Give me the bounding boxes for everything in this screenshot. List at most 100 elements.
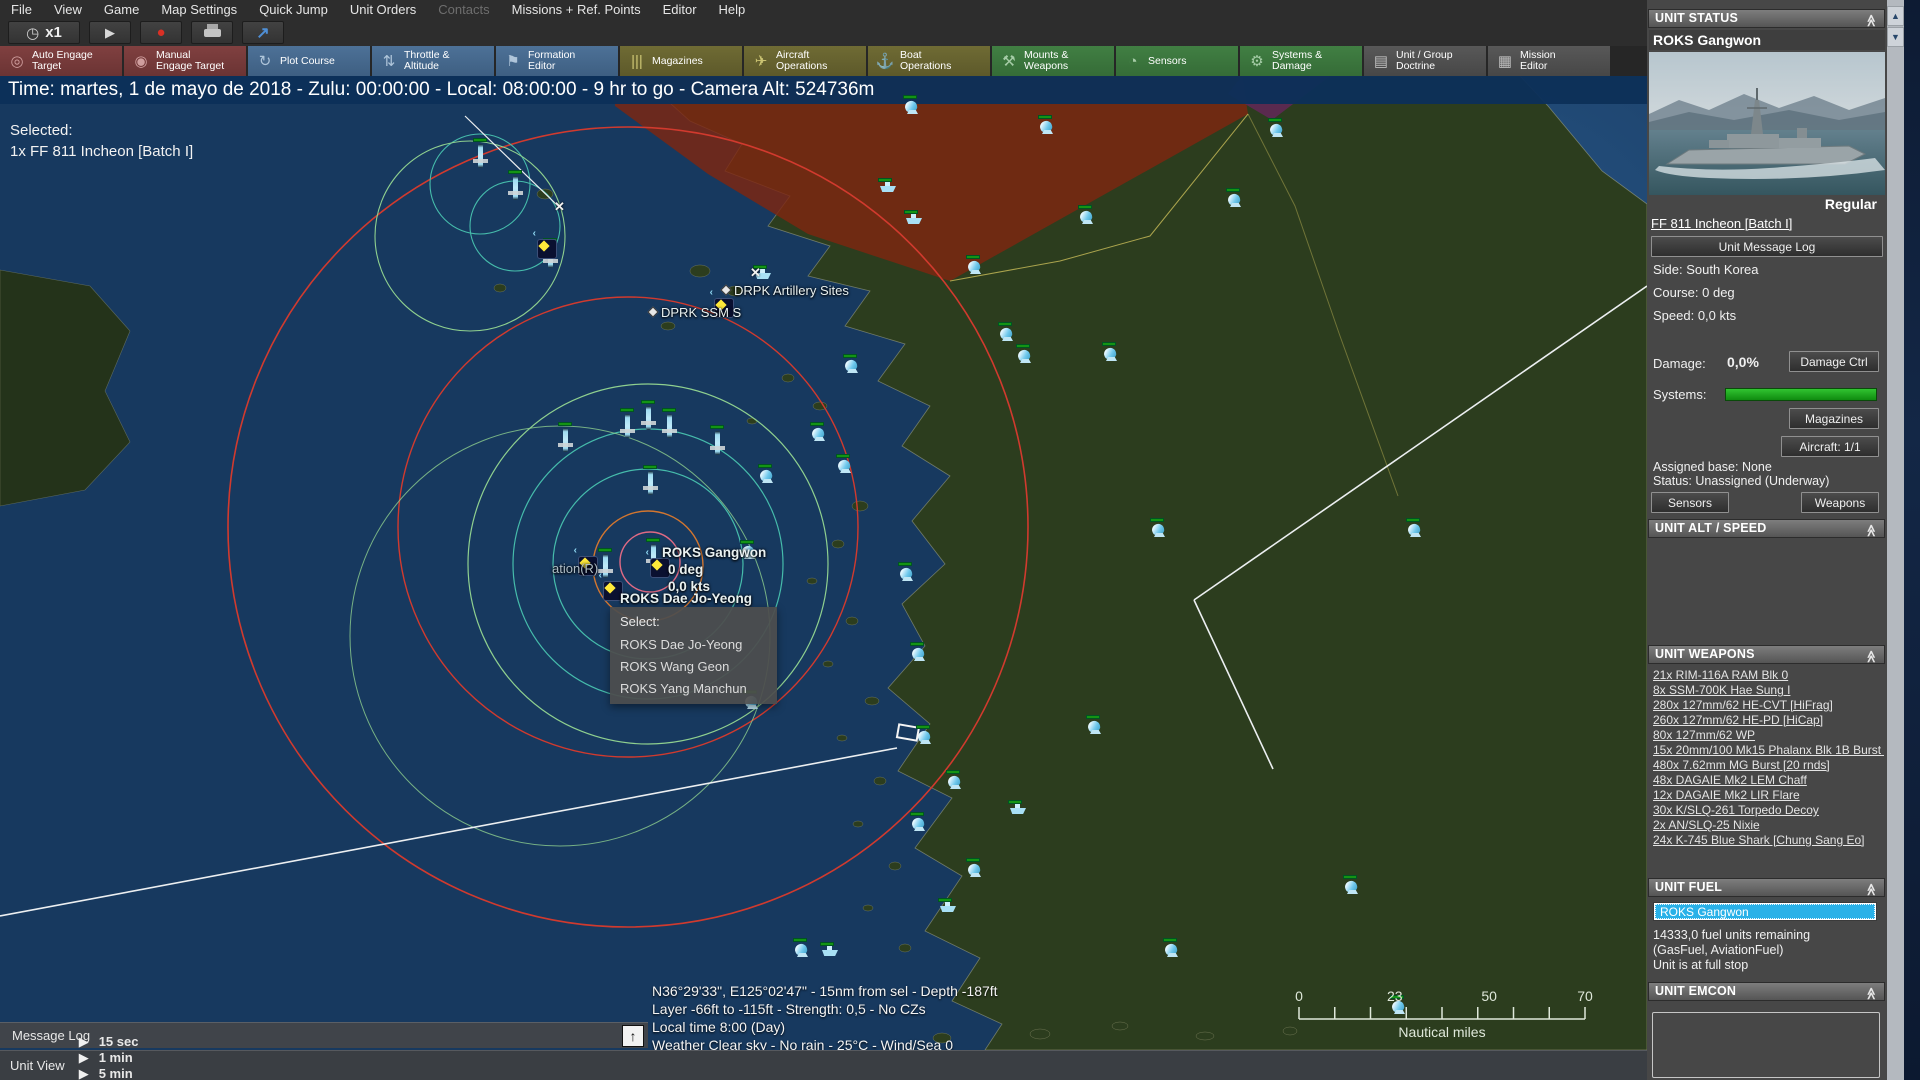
print-button[interactable]: [191, 21, 233, 44]
quick-jump-button[interactable]: ↗: [242, 21, 284, 44]
unit-name: ROKS Gangwon: [1649, 30, 1885, 50]
throttle-altitude-icon: ⇅: [382, 53, 396, 70]
context-menu-title: Select:: [620, 614, 660, 629]
formation-editor-button[interactable]: ⚑ Formation Editor: [496, 46, 618, 76]
unit-weapons-header[interactable]: UNIT WEAPONS ≫: [1648, 645, 1885, 664]
unit-emcon-header[interactable]: UNIT EMCON ≫: [1648, 982, 1885, 1001]
weapon-link-480x-7-62mm-mg-burst-20-rnds[interactable]: 480x 7.62mm MG Burst [20 rnds]: [1653, 758, 1885, 773]
menu-map-settings[interactable]: Map Settings: [150, 2, 248, 17]
view-mode-label[interactable]: Unit View: [0, 1058, 79, 1073]
unit-weapons-title: UNIT WEAPONS: [1655, 647, 1755, 661]
plot-course-button[interactable]: ↻ Plot Course: [248, 46, 370, 76]
auto-engage-target-button[interactable]: ◎ Auto Engage Target: [0, 46, 122, 76]
unit-status-title: UNIT STATUS: [1655, 11, 1738, 25]
systems-damage-button[interactable]: ⚙ Systems & Damage: [1240, 46, 1362, 76]
weapons-button[interactable]: Weapons: [1801, 492, 1879, 513]
menu-unit-orders[interactable]: Unit Orders: [339, 2, 427, 17]
unit-fuel-header[interactable]: UNIT FUEL ≫: [1648, 878, 1885, 897]
unit-alt-speed-title: UNIT ALT / SPEED: [1655, 521, 1767, 535]
menu-contacts: Contacts: [438, 2, 490, 17]
boat-operations-button[interactable]: ⚓ Boat Operations: [868, 46, 990, 76]
record-button[interactable]: ●: [140, 21, 182, 44]
message-log-expand-button[interactable]: ↑: [622, 1025, 644, 1047]
weapon-link-260x-127mm-62-he-pd-hicap[interactable]: 260x 127mm/62 HE-PD [HiCap]: [1653, 713, 1885, 728]
sidebar-scrollbar[interactable]: ▲ ▼: [1887, 0, 1904, 1080]
aircraft-button[interactable]: Aircraft: 1/1: [1781, 436, 1879, 457]
unit-message-log-button[interactable]: Unit Message Log: [1651, 236, 1883, 257]
fuel-selected-unit[interactable]: ROKS Gangwon: [1655, 904, 1875, 919]
weapon-link-280x-127mm-62-he-cvt-hifrag[interactable]: 280x 127mm/62 HE-CVT [HiFrag]: [1653, 698, 1885, 713]
auto-engage-target-label: Auto Engage Target: [32, 49, 93, 72]
status-line: Local time 8:00 (Day): [652, 1019, 786, 1035]
message-log-label: Message Log: [12, 1028, 91, 1043]
map-label-: ✕: [750, 265, 761, 280]
damage-value: 0,0%: [1727, 354, 1759, 370]
mounts-weapons-label: Mounts & Weapons: [1024, 49, 1069, 72]
sensors-button[interactable]: Sensors: [1651, 492, 1729, 513]
menu-view[interactable]: View: [43, 2, 93, 17]
weapon-link-21x-rim-116a-ram-blk-0[interactable]: 21x RIM-116A RAM Blk 0: [1653, 668, 1885, 683]
unit-alt-speed-header[interactable]: UNIT ALT / SPEED ≫: [1648, 519, 1885, 538]
aircraft-operations-icon: ✈: [754, 53, 768, 70]
fuel-line: Unit is at full stop: [1653, 958, 1749, 972]
time-bar: Time: martes, 1 de mayo de 2018 - Zulu: …: [0, 76, 1647, 104]
status-line: Layer -66ft to -115ft - Strength: 0,5 - …: [652, 1001, 926, 1017]
sensors-button[interactable]: ◔ Sensors: [1116, 46, 1238, 76]
scale-ticks: [1298, 1007, 1586, 1020]
unit-class-link[interactable]: FF 811 Incheon [Batch I]: [1651, 216, 1792, 231]
magazines-button[interactable]: Magazines: [1789, 408, 1879, 429]
status-line: Weather Clear sky - No rain - 25°C - Win…: [652, 1037, 953, 1050]
formation-editor-icon: ⚑: [506, 53, 520, 70]
quick-toolbar: ◷ x1 ▶ ● ↗: [0, 19, 1920, 46]
context-menu-item-roks-wang-geon[interactable]: ROKS Wang Geon: [610, 656, 777, 678]
weapon-link-30x-k-slq-261-torpedo-decoy[interactable]: 30x K/SLQ-261 Torpedo Decoy: [1653, 803, 1885, 818]
weapon-link-2x-an-slq-25-nixie[interactable]: 2x AN/SLQ-25 Nixie: [1653, 818, 1885, 833]
weapon-link-8x-ssm-700k-hae-sung-i[interactable]: 8x SSM-700K Hae Sung I: [1653, 683, 1885, 698]
magazines-button[interactable]: ||| Magazines: [620, 46, 742, 76]
menu-bar: File View Game Map Settings Quick Jump Unit O…: [0, 0, 1920, 19]
unit-side: Side: South Korea: [1653, 262, 1759, 277]
damage-label: Damage:: [1653, 356, 1706, 371]
fuel-unit-listbox[interactable]: ROKS Gangwon: [1653, 902, 1877, 921]
throttle-altitude-button[interactable]: ⇅ Throttle & Altitude: [372, 46, 494, 76]
weapon-link-15x-20mm-100-mk15-phalanx-blk-1b-burst[interactable]: 15x 20mm/100 Mk15 Phalanx Blk 1B Burst [: [1653, 743, 1885, 758]
map-view[interactable]: Time: martes, 1 de mayo de 2018 - Zulu: …: [0, 76, 1647, 1050]
emcon-panel-box: [1652, 1012, 1880, 1078]
weapon-link-80x-127mm-62-wp[interactable]: 80x 127mm/62 WP: [1653, 728, 1885, 743]
menu-editor[interactable]: Editor: [652, 2, 708, 17]
plot-course-label: Plot Course: [280, 54, 335, 67]
collapse-icon: ≫: [1864, 883, 1879, 896]
selection-value: 1x FF 811 Incheon [Batch I]: [10, 143, 194, 160]
aircraft-operations-label: Aircraft Operations: [776, 49, 828, 72]
unit-fuel-title: UNIT FUEL: [1655, 880, 1723, 894]
manual-engage-target-button[interactable]: ◉ Manual Engage Target: [124, 46, 246, 76]
jump-arrow-icon: ↗: [256, 24, 270, 42]
menu-help[interactable]: Help: [708, 2, 757, 17]
weapon-link-48x-dagaie-mk2-lem-chaff[interactable]: 48x DAGAIE Mk2 LEM Chaff: [1653, 773, 1885, 788]
mounts-weapons-button[interactable]: ⚒ Mounts & Weapons: [992, 46, 1114, 76]
context-menu-item-roks-yang-manchun[interactable]: ROKS Yang Manchun: [610, 678, 777, 700]
menu-file[interactable]: File: [0, 2, 43, 17]
throttle-altitude-label: Throttle & Altitude: [404, 49, 450, 72]
unit-status-header[interactable]: UNIT STATUS ≫: [1648, 9, 1885, 28]
time-compression-button[interactable]: ◷ x1: [8, 21, 80, 44]
time-compression-label: x1: [45, 24, 62, 41]
time-preset-15-sec[interactable]: ▶ 15 sec: [79, 1034, 150, 1050]
unit-group-doctrine-button[interactable]: ▤ Unit / Group Doctrine: [1364, 46, 1486, 76]
time-preset-1-min[interactable]: ▶ 1 min: [79, 1050, 150, 1066]
scroll-up-button[interactable]: ▲: [1887, 6, 1904, 26]
sensors-label: Sensors: [1148, 54, 1187, 67]
weapon-link-24x-k-745-blue-shark-chung-sang-eo[interactable]: 24x K-745 Blue Shark [Chung Sang Eo]: [1653, 833, 1885, 848]
context-menu-item-roks-dae-jo-yeong[interactable]: ROKS Dae Jo-Yeong: [610, 634, 777, 656]
play-button[interactable]: ▶: [89, 21, 131, 44]
damage-ctrl-button[interactable]: Damage Ctrl: [1789, 351, 1879, 372]
scroll-down-button[interactable]: ▼: [1887, 27, 1904, 47]
aircraft-operations-button[interactable]: ✈ Aircraft Operations: [744, 46, 866, 76]
menu-quick-jump[interactable]: Quick Jump: [248, 2, 339, 17]
menu-missions-ref-points[interactable]: Missions + Ref. Points: [501, 2, 652, 17]
time-preset-5-min[interactable]: ▶ 5 min: [79, 1066, 150, 1080]
sensors-icon: ◔: [1128, 52, 1138, 70]
weapon-link-12x-dagaie-mk2-lir-flare[interactable]: 12x DAGAIE Mk2 LIR Flare: [1653, 788, 1885, 803]
menu-game[interactable]: Game: [93, 2, 150, 17]
mission-editor-button[interactable]: ▦ Mission Editor: [1488, 46, 1610, 76]
